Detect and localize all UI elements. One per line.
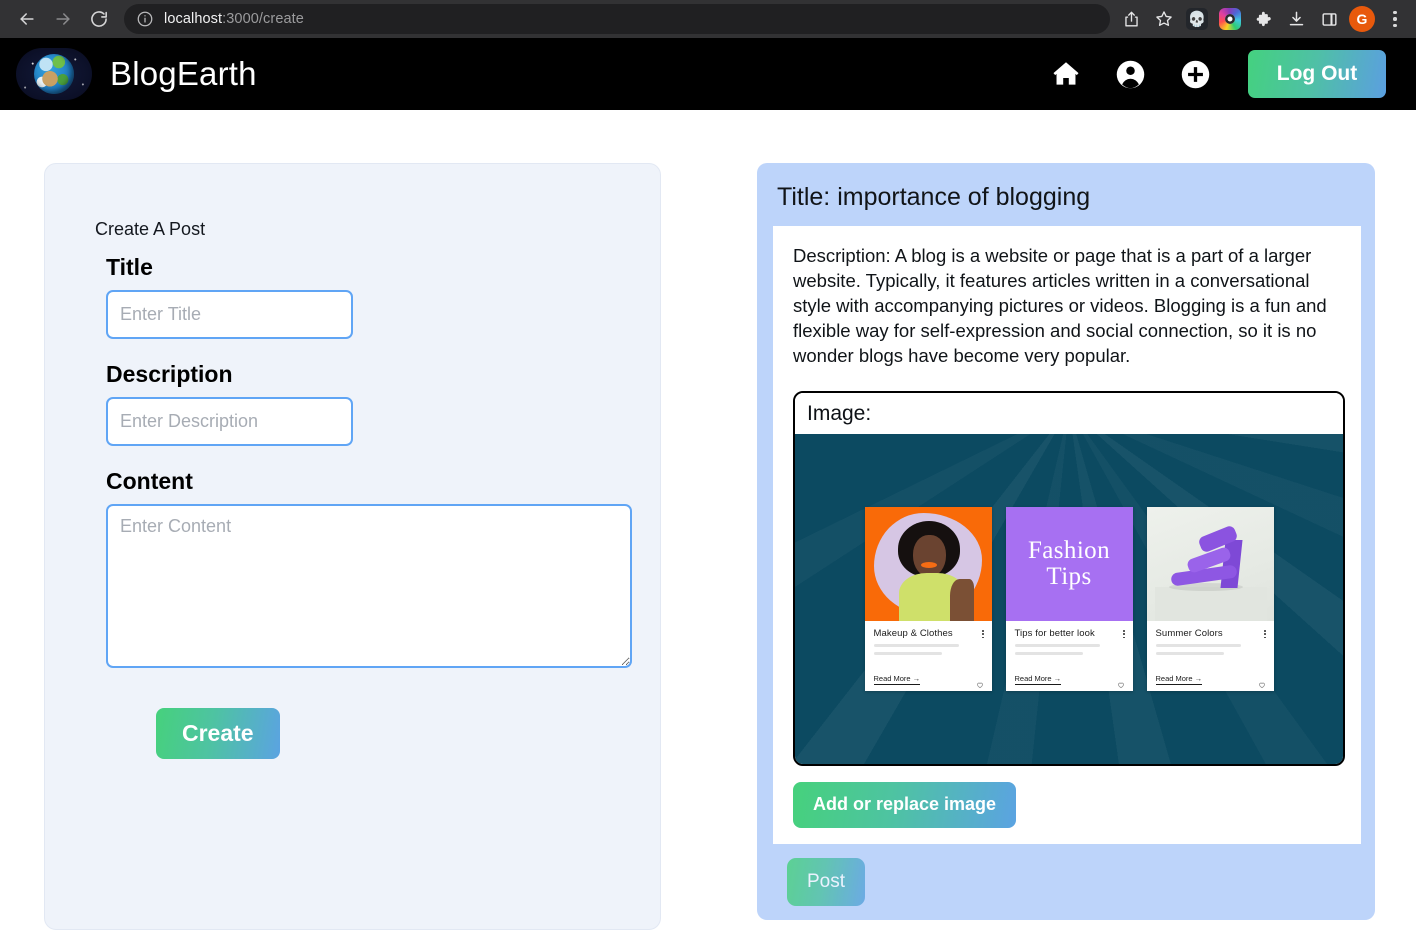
placeholder-line [1014,643,1101,648]
more-options-icon[interactable] [1122,628,1125,639]
card-body: Tips for better look Read More → [1006,621,1133,691]
create-post-form: Create A Post Title Description Content … [44,163,661,930]
extension-skull-icon[interactable]: 💀 [1182,4,1212,34]
browser-action-icons: 💀 G [1116,4,1410,34]
extensions-puzzle-icon[interactable] [1248,4,1278,34]
description-input[interactable] [106,397,353,446]
fashion-art-line-2: Tips [1046,562,1092,590]
image-label: Image: [795,392,1343,434]
extension-camera-icon[interactable] [1215,4,1245,34]
url-path: :3000/create [222,11,304,27]
browser-toolbar: localhost:3000/create 💀 G [0,0,1416,38]
add-post-icon[interactable] [1179,58,1212,91]
kebab-dots [1393,10,1397,28]
placeholder-line [1014,652,1083,656]
page-body: Create A Post Title Description Content … [0,110,1416,945]
address-bar[interactable]: localhost:3000/create [124,4,1110,34]
back-arrow-icon[interactable] [10,2,44,36]
placeholder-line [1155,652,1224,656]
card-title: Summer Colors [1155,627,1223,639]
site-info-icon[interactable] [136,10,154,28]
fashion-tips-art: Fashion Tips [1005,506,1133,621]
heart-outline-icon[interactable] [976,676,984,688]
post-button[interactable]: Post [787,857,866,906]
list-item: Fashion Tips Tips for better look Read M… [1005,506,1133,691]
title-input[interactable] [106,290,353,339]
list-item: Makeup & Clothes Read More → [864,506,992,691]
camera-glyph [1219,8,1241,30]
read-more-link[interactable]: Read More → [1155,674,1203,685]
placeholder-line [873,643,960,648]
placeholder-line [873,652,942,656]
read-more-link[interactable]: Read More → [1014,674,1062,685]
side-panel-icon[interactable] [1314,4,1344,34]
title-label: Title [106,254,153,280]
bookmark-star-icon[interactable] [1149,4,1179,34]
card-title: Tips for better look [1014,627,1095,639]
more-options-icon[interactable] [981,628,984,639]
description-label: Description [106,361,233,387]
earth-globe-logo [16,48,92,100]
image-preview-box: Image: Makeup & Clothes Read More → Fash… [793,390,1345,766]
makeup-portrait-art [864,506,992,621]
url-text: localhost:3000/create [164,11,304,27]
add-or-replace-image-button[interactable]: Add or replace image [793,781,1017,828]
read-more-link[interactable]: Read More → [873,674,921,685]
placeholder-line [1155,643,1242,648]
fashion-art-line-1: Fashion [1028,537,1110,565]
logout-button[interactable]: Log Out [1248,50,1386,98]
brand[interactable]: BlogEarth [16,48,257,100]
profile-avatar[interactable]: G [1347,4,1377,34]
content-textarea[interactable] [106,504,632,668]
skull-glyph: 💀 [1186,8,1208,30]
header-nav [1050,58,1212,91]
card-body: Makeup & Clothes Read More → [865,621,992,691]
share-icon[interactable] [1116,4,1146,34]
purple-heel-art [1146,506,1274,621]
app-header: BlogEarth Log Out [0,38,1416,110]
url-host: localhost [164,11,223,27]
preview-title: Title: importance of blogging [777,183,1091,211]
card-title: Makeup & Clothes [873,627,953,639]
reload-icon[interactable] [82,2,116,36]
brand-name: BlogEarth [110,55,257,92]
home-icon[interactable] [1050,58,1082,90]
preview-image: Makeup & Clothes Read More → Fashion Tip… [795,433,1343,764]
avatar-initial: G [1349,6,1375,32]
preview-description: Description: A blog is a website or page… [793,245,1327,366]
card-body: Summer Colors Read More → [1147,621,1274,691]
downloads-icon[interactable] [1281,4,1311,34]
list-item: Summer Colors Read More → [1146,506,1274,691]
preview-inner: Description: A blog is a website or page… [773,226,1361,844]
post-preview-card: Title: importance of blogging Descriptio… [757,163,1375,920]
heart-outline-icon[interactable] [1258,676,1266,688]
content-label: Content [106,468,193,494]
create-button[interactable]: Create [156,708,280,759]
form-legend: Create A Post [95,219,206,239]
chrome-menu-icon[interactable] [1380,4,1410,34]
account-icon[interactable] [1114,58,1147,91]
heart-outline-icon[interactable] [1117,676,1125,688]
forward-arrow-icon[interactable] [46,2,80,36]
more-options-icon[interactable] [1263,628,1266,639]
